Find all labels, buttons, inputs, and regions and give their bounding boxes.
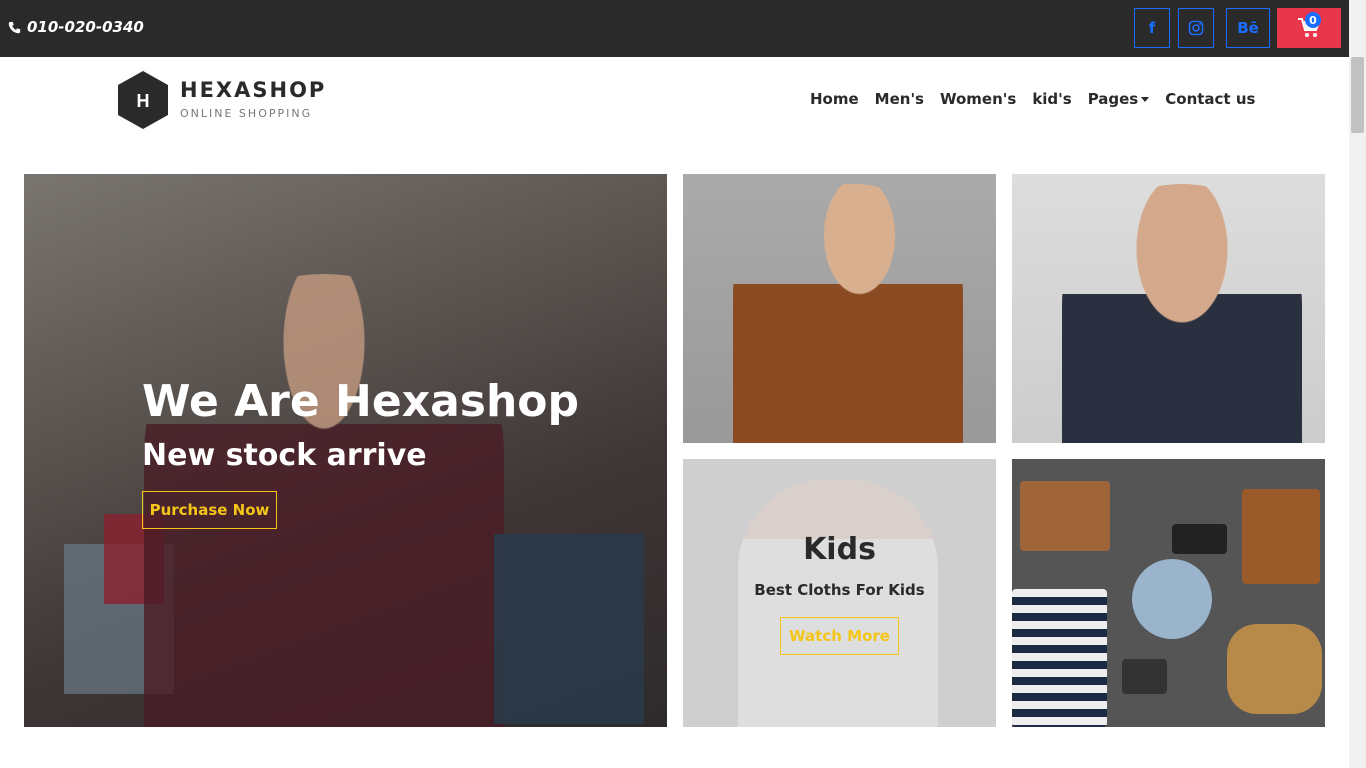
kids-image: [738, 479, 938, 727]
behance-button[interactable]: Bē: [1226, 8, 1270, 48]
cart-count-badge: 0: [1305, 12, 1321, 28]
shopping-bag-image: [494, 534, 644, 724]
behance-icon: Bē: [1237, 19, 1259, 37]
nav-pages-label: Pages: [1087, 90, 1139, 108]
boots-image: [1227, 624, 1322, 714]
kids-title: Kids: [803, 532, 876, 567]
facebook-button[interactable]: f: [1134, 8, 1170, 48]
main-nav: Home Men's Women's kid's Pages Contact u…: [810, 90, 1271, 108]
scarf-image: [1132, 559, 1212, 639]
camera-image: [1122, 659, 1167, 694]
hero-subtitle: New stock arrive: [142, 438, 427, 473]
bag-image: [1242, 489, 1320, 584]
womens-category-tile[interactable]: [683, 174, 996, 443]
wallet-image: [1020, 481, 1110, 551]
nav-home[interactable]: Home: [810, 90, 859, 108]
nav-womens[interactable]: Women's: [940, 90, 1016, 108]
nav-kids[interactable]: kid's: [1032, 90, 1071, 108]
phone-number[interactable]: 010-020-0340: [8, 18, 144, 36]
phone-icon: [8, 21, 21, 33]
scrollbar-thumb[interactable]: [1351, 57, 1364, 133]
logo-letter: H: [137, 91, 150, 111]
striped-shirt-image: [1012, 589, 1107, 727]
cart-button[interactable]: 0: [1277, 8, 1341, 48]
instagram-icon: [1188, 20, 1204, 36]
purchase-now-button[interactable]: Purchase Now: [142, 491, 277, 529]
nav-pages-dropdown[interactable]: Pages: [1088, 90, 1150, 108]
nav-mens[interactable]: Men's: [875, 90, 924, 108]
brand-tagline: ONLINE SHOPPING: [180, 107, 313, 120]
caret-down-icon: [1141, 97, 1150, 102]
nav-contact[interactable]: Contact us: [1165, 90, 1255, 108]
kids-category-tile[interactable]: Kids Best Cloths For Kids Watch More: [683, 459, 996, 727]
brand-name: HEXASHOP: [180, 78, 327, 102]
phone-image: [1172, 524, 1227, 554]
page-scrollbar[interactable]: [1349, 0, 1366, 768]
woman-shopping-image: [733, 184, 963, 443]
watch-more-button[interactable]: Watch More: [780, 617, 899, 655]
kids-subtitle: Best Cloths For Kids: [754, 581, 925, 599]
accessories-category-tile[interactable]: [1012, 459, 1325, 727]
mens-category-tile[interactable]: [1012, 174, 1325, 443]
man-suit-image: [1062, 184, 1302, 443]
hero-title: We Are Hexashop: [142, 376, 580, 427]
instagram-button[interactable]: [1178, 8, 1214, 48]
top-bar: 010-020-0340 f Bē 0: [0, 0, 1349, 57]
facebook-icon: f: [1148, 19, 1156, 37]
phone-text: 010-020-0340: [27, 18, 144, 36]
logo-icon[interactable]: H: [116, 70, 170, 130]
